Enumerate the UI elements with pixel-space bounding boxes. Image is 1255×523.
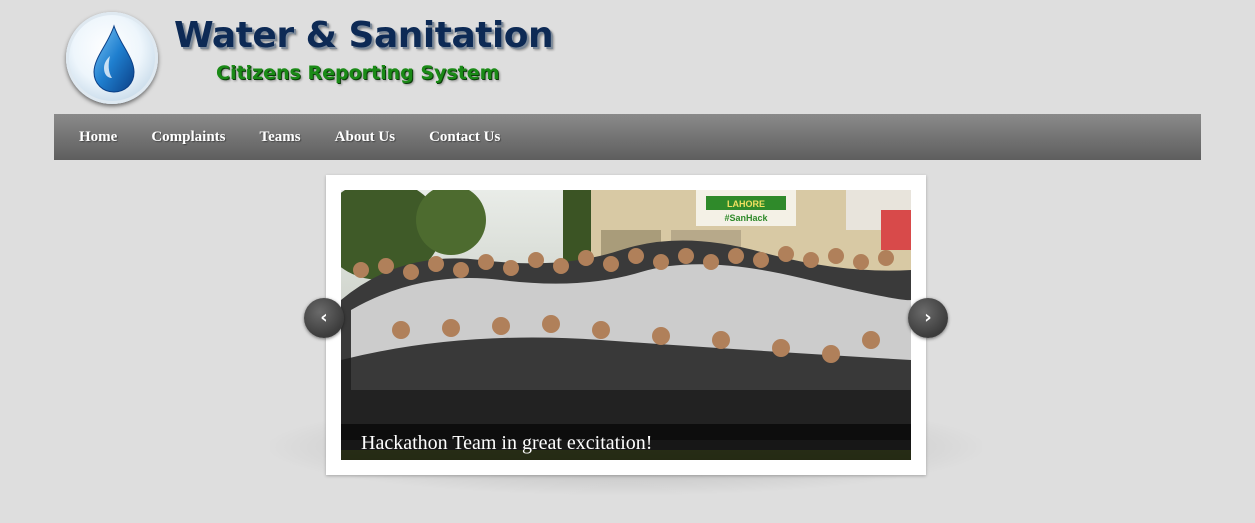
- slider-next-button[interactable]: ›: [908, 298, 948, 338]
- banner-top-text: LAHORE: [727, 199, 765, 209]
- water-drop-logo-icon: [66, 12, 158, 104]
- site-subtitle: Citizens Reporting System: [216, 62, 500, 84]
- site-logo[interactable]: Water & Sanitation Citizens Reporting Sy…: [66, 12, 554, 107]
- image-slider: LAHORE #SanHack Hackathon Team in great …: [326, 175, 926, 475]
- slider-prev-button[interactable]: ‹: [304, 298, 344, 338]
- nav-contact-us[interactable]: Contact Us: [412, 129, 517, 146]
- nav-teams[interactable]: Teams: [243, 129, 318, 146]
- site-title: Water & Sanitation: [174, 15, 554, 56]
- slide-caption: Hackathon Team in great excitation!: [361, 432, 653, 454]
- crowd-people: [341, 240, 911, 450]
- nav-complaints[interactable]: Complaints: [134, 129, 242, 146]
- chevron-left-icon: ‹: [320, 307, 328, 328]
- nav-about-us[interactable]: About Us: [318, 129, 412, 146]
- main-navbar: Home Complaints Teams About Us Contact U…: [54, 114, 1201, 160]
- chevron-right-icon: ›: [924, 307, 932, 328]
- slide-photo[interactable]: LAHORE #SanHack Hackathon Team in great …: [341, 190, 911, 460]
- nav-home[interactable]: Home: [62, 129, 134, 146]
- banner-tag-text: #SanHack: [724, 213, 768, 223]
